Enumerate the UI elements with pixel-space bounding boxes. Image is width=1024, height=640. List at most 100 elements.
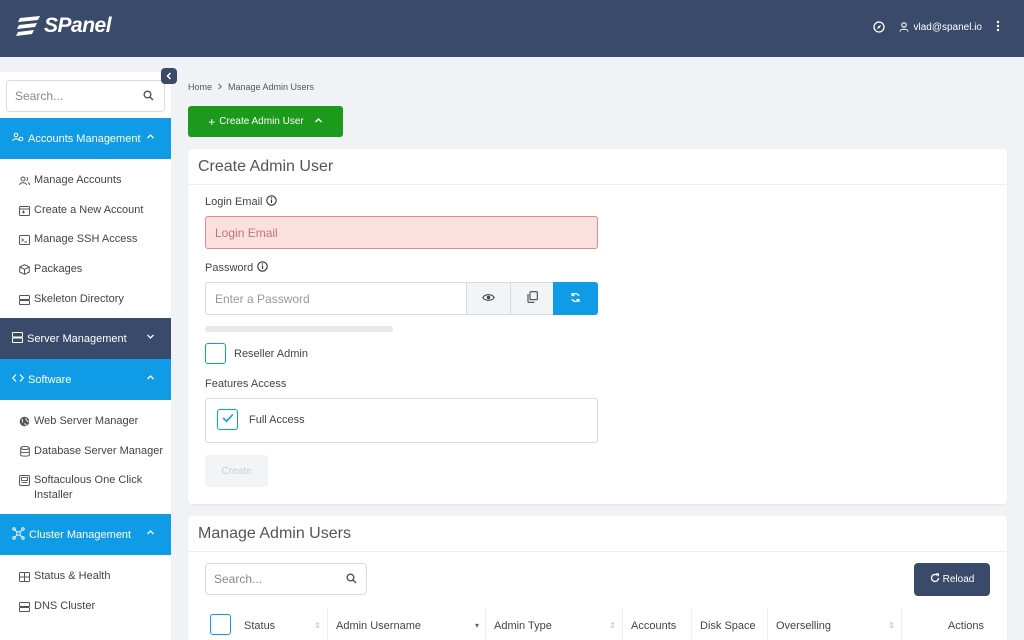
- package-icon: [19, 262, 30, 277]
- column-header-disk-space[interactable]: Disk Space: [692, 608, 768, 640]
- code-icon: [11, 373, 25, 386]
- sidebar-item-skeleton-directory[interactable]: Skeleton Directory: [0, 292, 171, 307]
- sidebar-item-manage-ssh[interactable]: Manage SSH Access: [0, 232, 171, 247]
- info-icon[interactable]: [266, 195, 278, 209]
- full-access-label: Full Access: [249, 414, 305, 426]
- sidebar-item-packages[interactable]: Packages: [0, 262, 171, 277]
- sort-down-icon: ▾: [474, 621, 479, 630]
- logo[interactable]: SPanel: [16, 14, 112, 38]
- sidebar-item-label: Skeleton Directory: [34, 293, 124, 305]
- compass-icon[interactable]: [873, 21, 886, 33]
- sidebar-item-label: Database Server Manager: [34, 445, 164, 457]
- table-search-placeholder: Search...: [214, 572, 263, 586]
- top-bar: SPanel vlad@spanel.io: [0, 0, 1024, 57]
- breadcrumb-home[interactable]: Home: [188, 82, 212, 92]
- search-icon: [346, 573, 357, 587]
- breadcrumb: Home Manage Admin Users: [188, 82, 314, 92]
- user-email: vlad@spanel.io: [913, 21, 982, 33]
- reseller-admin-label: Reseller Admin: [234, 348, 308, 360]
- sidebar-section-server-management[interactable]: Server Management: [0, 318, 171, 359]
- show-password-button[interactable]: [467, 282, 511, 315]
- password-placeholder: Enter a Password: [215, 291, 310, 306]
- sidebar-item-softaculous[interactable]: Softaculous One Click Installer: [0, 473, 160, 503]
- sidebar-item-label: Manage SSH Access: [34, 233, 138, 245]
- table-search-input[interactable]: Search...: [205, 563, 367, 595]
- sidebar-item-status-health[interactable]: Status & Health: [0, 569, 171, 584]
- sidebar-item-database-server-manager[interactable]: Database Server Manager: [0, 444, 171, 459]
- server-icon: [19, 292, 30, 307]
- password-strength-bar: [205, 326, 393, 332]
- column-header-label: Status: [244, 619, 276, 632]
- more-vertical-icon[interactable]: [996, 20, 1000, 34]
- check-icon: [222, 413, 234, 426]
- chevron-right-icon: [217, 82, 223, 92]
- sidebar-section-label: Cluster Management: [29, 528, 132, 541]
- users-icon: [19, 173, 30, 188]
- sidebar-item-label: Create a New Account: [34, 204, 144, 216]
- server-icon: [19, 599, 30, 614]
- column-header-accounts[interactable]: Accounts: [623, 608, 692, 640]
- globe-icon: [19, 414, 30, 429]
- user-menu[interactable]: vlad@spanel.io: [899, 22, 982, 33]
- sidebar-section-label: Server Management: [27, 332, 127, 345]
- reload-label: Reload: [942, 574, 975, 585]
- password-label: Password: [205, 261, 269, 275]
- terminal-icon: [19, 232, 30, 247]
- card-title: Create Admin User: [198, 158, 334, 175]
- reseller-admin-checkbox[interactable]: [205, 343, 226, 364]
- sidebar-item-label: DNS Cluster: [34, 600, 96, 612]
- refresh-icon: [930, 573, 940, 586]
- cluster-icon: [12, 526, 25, 543]
- sidebar-search-placeholder: Search...: [15, 89, 64, 103]
- sidebar-item-manage-accounts[interactable]: Manage Accounts: [0, 173, 171, 188]
- login-email-label: Login Email: [205, 195, 278, 209]
- sidebar-item-label: Packages: [34, 263, 83, 275]
- column-header-label: Admin Username: [336, 619, 421, 632]
- sidebar-section-label: Software: [28, 373, 72, 386]
- full-access-checkbox[interactable]: [217, 409, 238, 430]
- column-header-admin-type[interactable]: Admin Type ⇕: [486, 608, 623, 640]
- sidebar-search-input[interactable]: Search...: [6, 80, 165, 112]
- accounts-icon: [12, 132, 24, 146]
- sidebar-item-create-account[interactable]: Create a New Account: [0, 203, 171, 218]
- sidebar: Search... Accounts Management Manage Acc…: [0, 72, 171, 640]
- database-icon: [19, 444, 30, 459]
- sidebar-item-label: Web Server Manager: [34, 415, 139, 427]
- sidebar-collapse-button[interactable]: [161, 68, 177, 84]
- info-icon[interactable]: [257, 261, 269, 275]
- generate-password-button[interactable]: [553, 282, 598, 315]
- chevron-down-icon: [146, 332, 155, 344]
- column-header-overselling[interactable]: Overselling ⇕: [768, 608, 902, 640]
- plus-icon: +: [208, 114, 216, 129]
- chevron-up-icon: [146, 132, 155, 144]
- health-icon: [19, 569, 30, 584]
- divider: [188, 184, 1007, 185]
- sidebar-section-software[interactable]: Software: [0, 359, 171, 400]
- sidebar-item-web-server-manager[interactable]: Web Server Manager: [0, 414, 171, 429]
- sidebar-section-accounts-management[interactable]: Accounts Management: [0, 118, 171, 159]
- manage-admin-users-card: Manage Admin Users Search... Reload Stat…: [188, 516, 1007, 640]
- sort-icon: ⇕: [888, 621, 895, 630]
- create-submit-button[interactable]: Create: [205, 455, 268, 487]
- column-header-admin-username[interactable]: Admin Username ▾: [328, 608, 486, 640]
- chevron-left-icon: [166, 72, 172, 80]
- login-email-input[interactable]: Login Email: [205, 216, 598, 249]
- column-header-label: Accounts: [631, 619, 677, 632]
- create-admin-user-label: Create Admin User: [219, 116, 304, 127]
- password-input[interactable]: Enter a Password: [205, 282, 467, 315]
- card-title: Manage Admin Users: [198, 525, 351, 542]
- column-header-status[interactable]: Status ⇕: [236, 608, 328, 640]
- logo-text: SPanel: [44, 14, 112, 37]
- reload-button[interactable]: Reload: [914, 563, 990, 596]
- sidebar-item-dns-cluster[interactable]: DNS Cluster: [0, 599, 171, 614]
- search-icon: [143, 90, 154, 104]
- user-icon: [899, 22, 910, 32]
- login-email-placeholder: Login Email: [215, 225, 278, 240]
- column-header-label: Overselling: [776, 619, 832, 632]
- column-header-label: Disk Space: [700, 619, 756, 632]
- sidebar-section-cluster-management[interactable]: Cluster Management: [0, 514, 171, 555]
- installer-icon: [19, 473, 30, 488]
- select-all-checkbox[interactable]: [210, 614, 231, 635]
- copy-password-button[interactable]: [511, 282, 555, 315]
- create-admin-user-button[interactable]: + Create Admin User: [188, 106, 343, 137]
